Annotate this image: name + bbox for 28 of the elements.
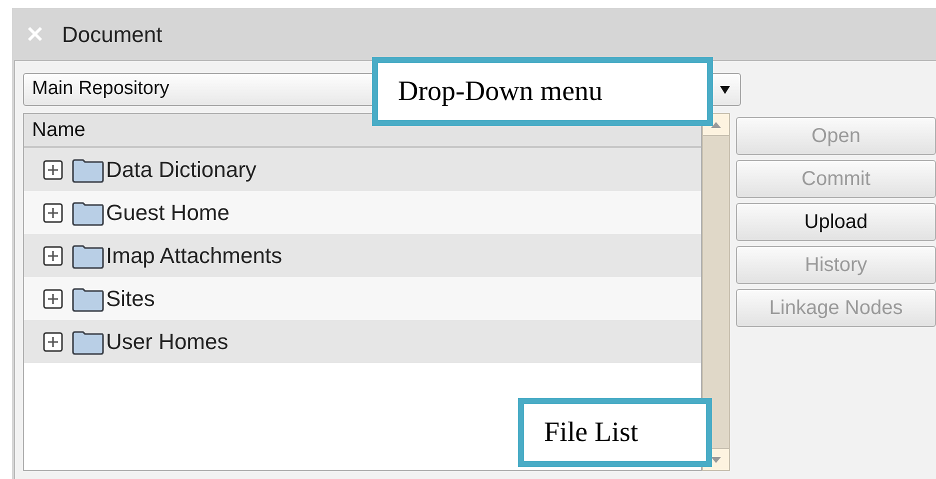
file-list-row[interactable]: Guest Home xyxy=(24,191,702,234)
expand-icon[interactable] xyxy=(43,202,63,222)
caret-icon xyxy=(719,84,731,94)
scroll-up-icon[interactable] xyxy=(710,120,722,128)
folder-name: User Homes xyxy=(106,328,228,356)
expand-icon[interactable] xyxy=(43,288,63,308)
file-list-row[interactable]: User Homes xyxy=(24,320,702,363)
folder-name: Imap Attachments xyxy=(106,242,282,270)
folder-name: Sites xyxy=(106,285,155,313)
expand-icon[interactable] xyxy=(43,332,63,352)
folder-icon xyxy=(71,286,105,312)
file-list-row[interactable]: Sites xyxy=(24,277,702,320)
action-button[interactable]: Upload xyxy=(736,203,936,241)
folder-icon xyxy=(71,328,105,354)
folder-name: Data Dictionary xyxy=(106,156,256,184)
annotation-tooltip: File List xyxy=(518,398,712,467)
folder-name: Guest Home xyxy=(106,199,230,227)
folder-icon xyxy=(71,242,105,268)
expand-icon[interactable] xyxy=(43,160,63,180)
file-list-row[interactable]: Imap Attachments xyxy=(24,234,702,277)
expand-icon[interactable] xyxy=(43,246,63,266)
folder-icon xyxy=(71,156,105,182)
window-title: Document xyxy=(62,20,162,48)
folder-icon xyxy=(71,200,105,226)
file-list-row[interactable]: Data Dictionary xyxy=(24,148,702,191)
scroll-down-icon[interactable] xyxy=(710,456,722,464)
scrollbar[interactable] xyxy=(702,113,730,471)
annotation-tooltip: Drop-Down menu xyxy=(372,57,713,126)
